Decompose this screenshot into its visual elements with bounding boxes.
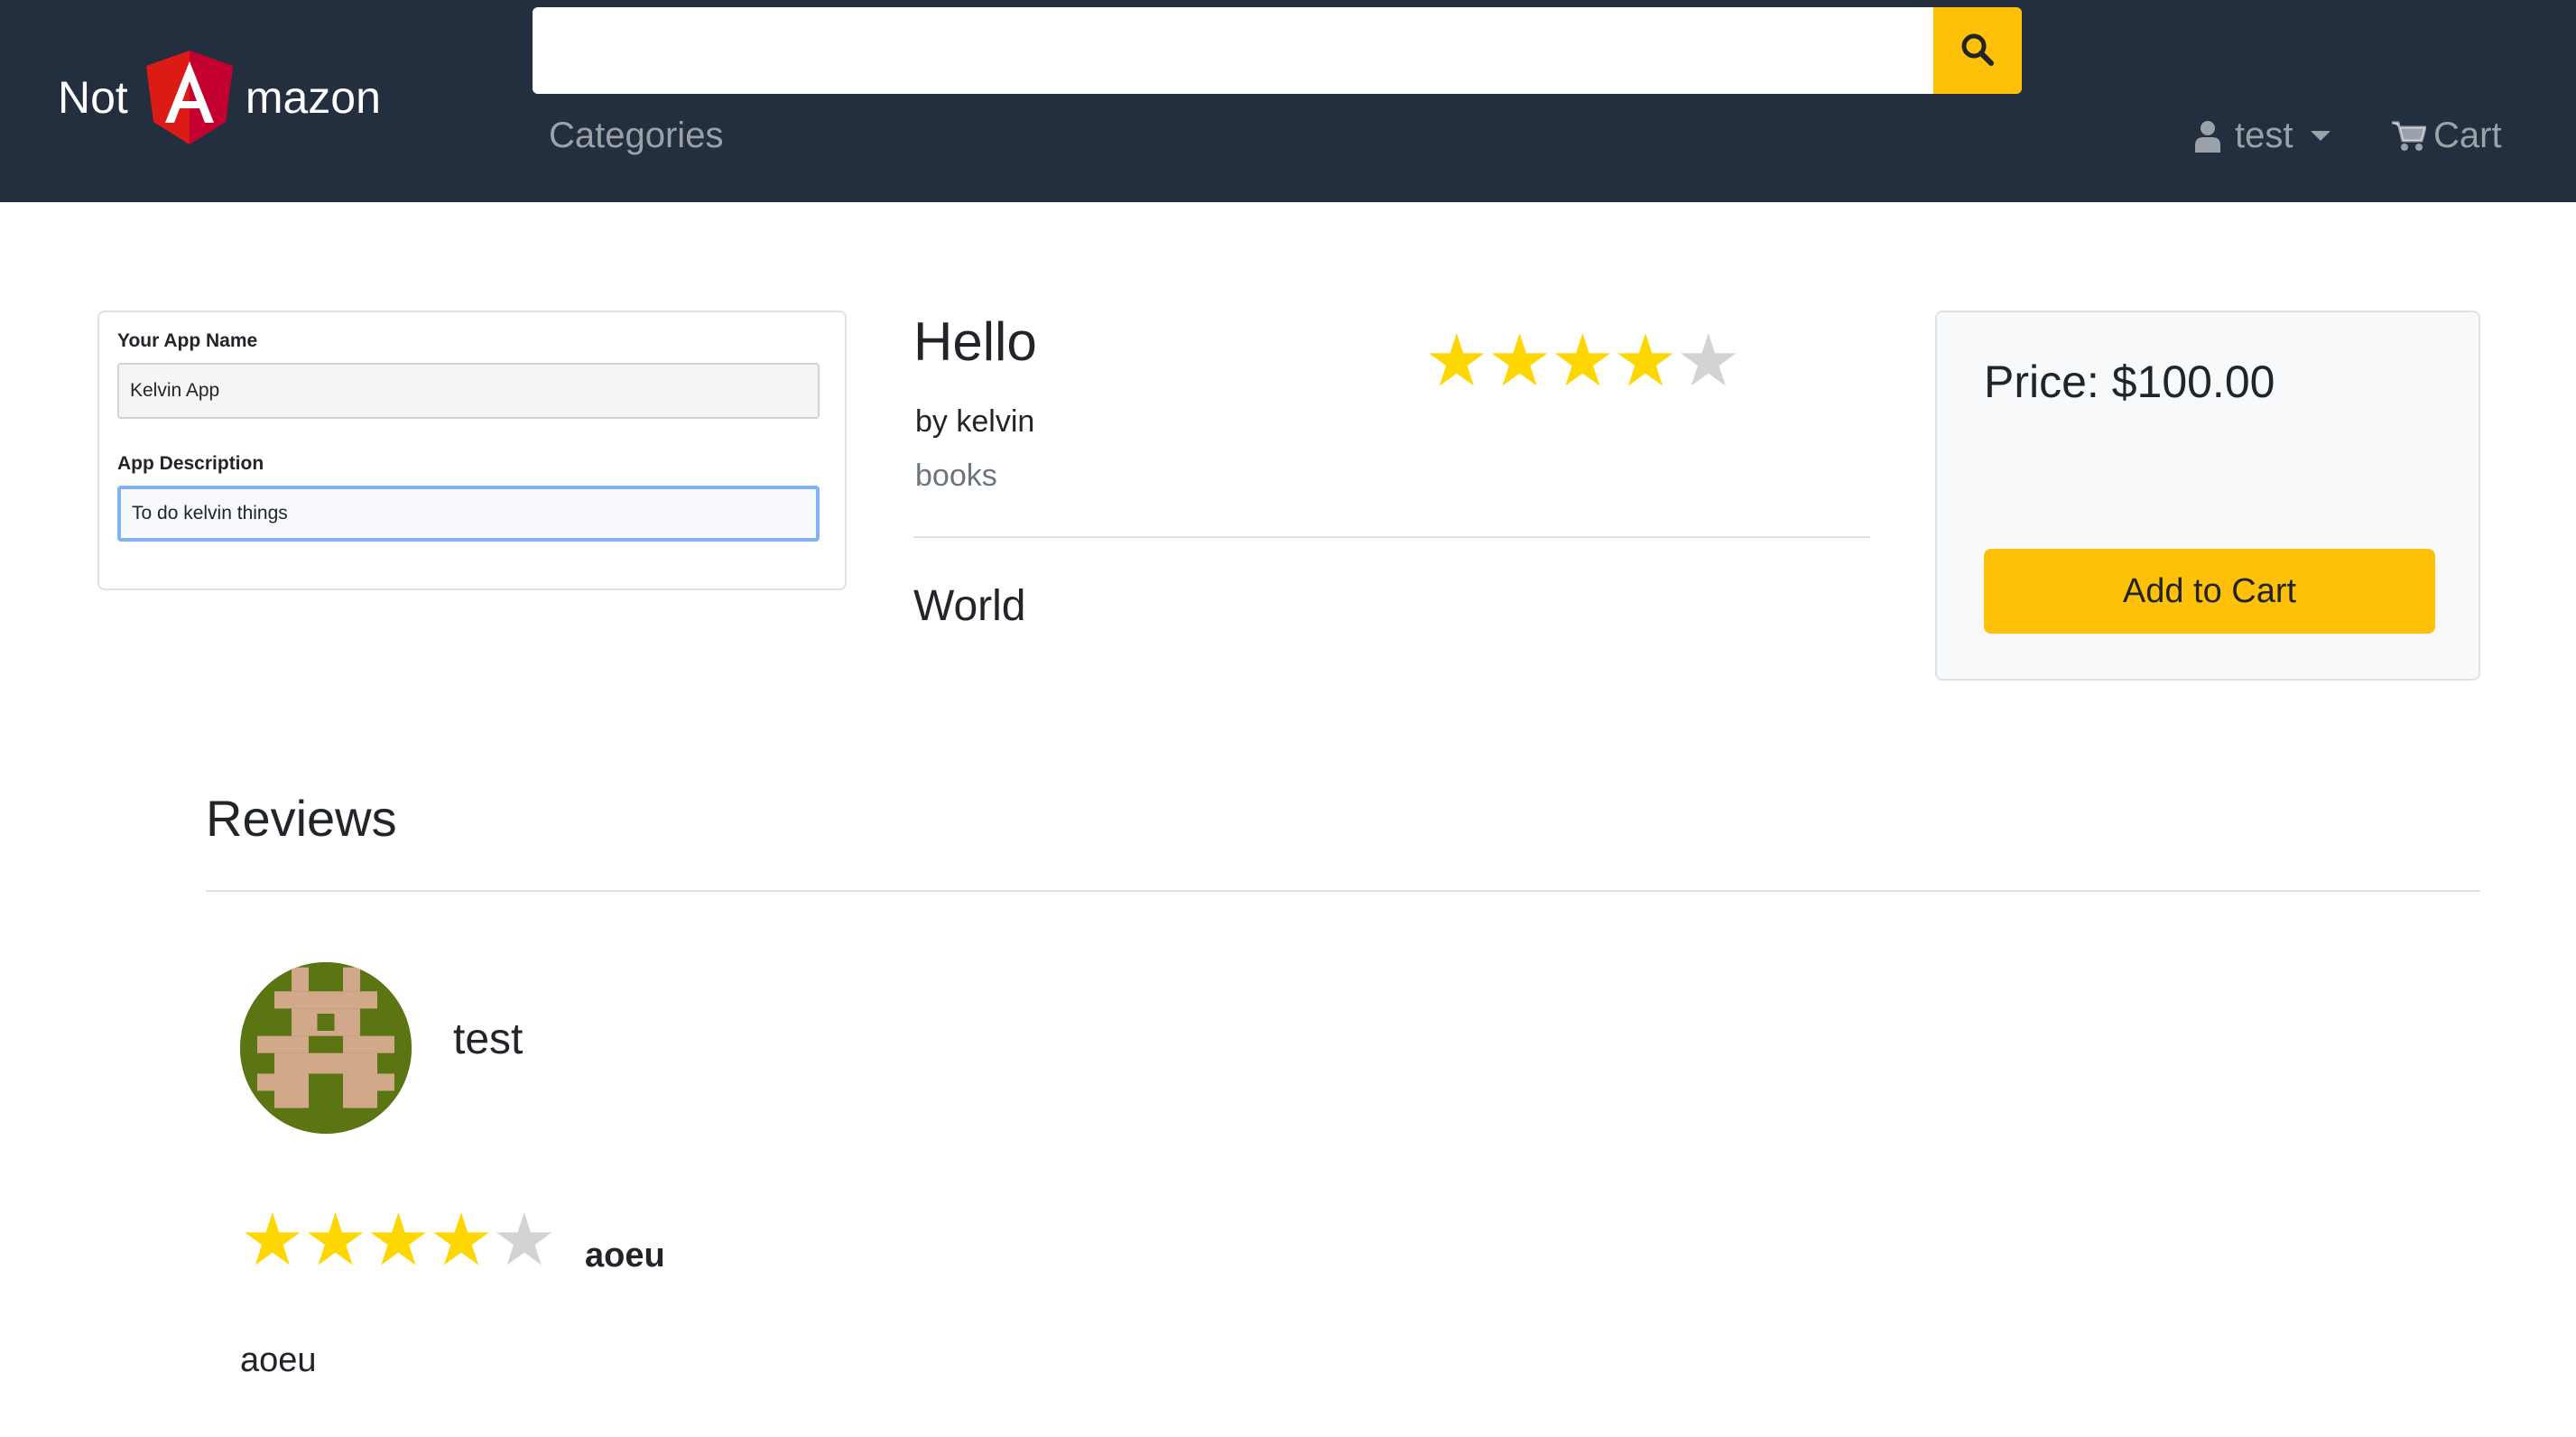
product-title: Hello — [913, 311, 1037, 372]
brand-logo-link[interactable]: Not mazon — [58, 51, 381, 144]
app-description-group: App Description — [117, 453, 827, 542]
app-name-group: Your App Name — [117, 330, 827, 419]
price-card: Price: $100.00 Add to Cart — [1935, 311, 2480, 681]
star-empty-icon: ★ — [1675, 320, 1741, 401]
brand-suffix: mazon — [245, 72, 381, 123]
brand-prefix: Not — [58, 72, 128, 123]
reviewer-name: test — [453, 1015, 524, 1063]
nav-categories-link[interactable]: Categories — [549, 116, 723, 156]
search-icon — [1960, 32, 1996, 70]
product-author: by kelvin — [915, 404, 1035, 439]
search-input[interactable] — [533, 7, 1933, 94]
star-filled-icon: ★ — [1424, 320, 1489, 401]
product-divider — [913, 536, 1870, 538]
review-body: aoeu — [240, 1341, 317, 1379]
chevron-down-icon — [2311, 131, 2331, 141]
review-title: aoeu — [585, 1237, 665, 1275]
reviews-heading: Reviews — [206, 790, 397, 847]
reviews-divider — [206, 890, 2480, 892]
angular-logo-icon — [145, 51, 233, 144]
app-name-input[interactable] — [117, 363, 820, 419]
user-icon — [2195, 120, 2220, 153]
star-filled-icon: ★ — [1613, 320, 1678, 401]
star-empty-icon: ★ — [491, 1200, 557, 1280]
app-description-input[interactable] — [117, 486, 820, 542]
search-button[interactable] — [1933, 7, 2022, 94]
star-filled-icon: ★ — [1550, 320, 1616, 401]
navbar: Not mazon Categories test Cart — [0, 0, 2576, 202]
star-filled-icon: ★ — [366, 1200, 431, 1280]
identicon-avatar — [240, 962, 412, 1134]
star-filled-icon: ★ — [302, 1200, 368, 1280]
search-bar — [533, 7, 2022, 94]
user-name: test — [2235, 116, 2293, 155]
product-description: World — [913, 582, 1026, 630]
add-to-cart-button[interactable]: Add to Cart — [1984, 549, 2435, 634]
app-description-label: App Description — [117, 453, 264, 474]
app-name-label: Your App Name — [117, 330, 258, 351]
star-filled-icon: ★ — [1487, 320, 1552, 401]
product-category-link[interactable]: books — [915, 459, 997, 494]
user-dropdown[interactable]: test — [2195, 116, 2331, 156]
cart-link[interactable]: Cart — [2392, 116, 2502, 156]
star-filled-icon: ★ — [240, 1200, 305, 1280]
product-rating: ★ ★ ★ ★ ★ — [1424, 320, 1741, 401]
app-form-card: Your App Name App Description — [97, 311, 847, 590]
cart-label: Cart — [2433, 116, 2502, 155]
shopping-cart-icon — [2392, 121, 2426, 152]
star-filled-icon: ★ — [429, 1200, 494, 1280]
price-label: Price: $100.00 — [1984, 357, 2275, 407]
review-rating: ★ ★ ★ ★ ★ — [240, 1200, 557, 1280]
